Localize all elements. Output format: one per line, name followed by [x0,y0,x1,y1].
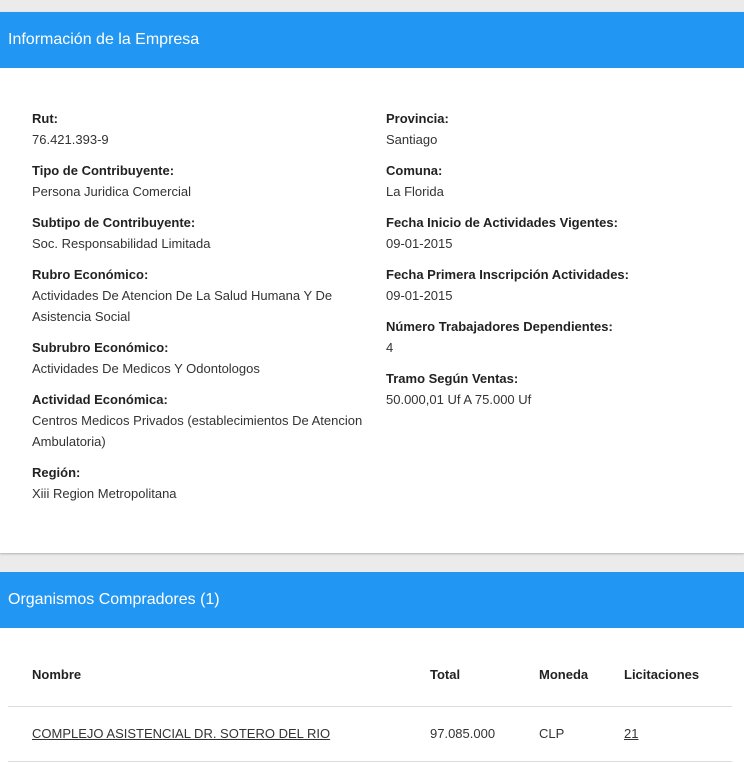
field-label: Fecha Primera Inscripción Actividades: [386,267,629,282]
company-info-right-column: Provincia: Santiago Comuna: La Florida F… [386,108,726,420]
field-actividad-economica: Actividad Económica: Centros Medicos Pri… [32,389,372,452]
buyers-table: Nombre Total Moneda Licitaciones COMPLEJ… [8,654,732,762]
field-fecha-inicio: Fecha Inicio de Actividades Vigentes: 09… [386,212,726,254]
field-label: Subrubro Económico: [32,340,169,355]
field-label: Tipo de Contribuyente: [32,163,175,178]
buyers-header: Organismos Compradores (1) [0,572,744,628]
buyers-title: Organismos Compradores (1) [8,591,220,608]
field-subrubro-economico: Subrubro Económico: Actividades De Medic… [32,337,372,379]
field-value: 50.000,01 Uf A 75.000 Uf [386,392,532,407]
field-value: La Florida [386,184,444,199]
column-header-bids: Licitaciones [624,667,700,682]
field-provincia: Provincia: Santiago [386,108,726,150]
field-value: 09-01-2015 [386,288,453,303]
field-label: Tramo Según Ventas: [386,371,519,386]
column-header-name: Nombre [32,667,82,682]
field-tramo-ventas: Tramo Según Ventas: 50.000,01 Uf A 75.00… [386,368,726,410]
field-label: Número Trabajadores Dependientes: [386,319,613,334]
buyer-name-link[interactable]: COMPLEJO ASISTENCIAL DR. SOTERO DEL RIO [32,726,330,741]
buyer-currency: CLP [539,726,565,741]
field-value: Actividades De Atencion De La Salud Huma… [32,288,333,324]
field-label: Rut: [32,111,58,126]
field-fecha-primera-inscripcion: Fecha Primera Inscripción Actividades: 0… [386,264,726,306]
buyer-bids-link[interactable]: 21 [624,726,638,741]
field-value: 09-01-2015 [386,236,453,251]
field-subtipo-contribuyente: Subtipo de Contribuyente: Soc. Responsab… [32,212,372,254]
column-header-currency: Moneda [539,667,589,682]
field-value: Xiii Region Metropolitana [32,486,177,501]
company-info-left-column: Rut: 76.421.393-9 Tipo de Contribuyente:… [32,108,372,514]
field-tipo-contribuyente: Tipo de Contribuyente: Persona Juridica … [32,160,372,202]
field-region: Región: Xiii Region Metropolitana [32,462,372,504]
field-rut: Rut: 76.421.393-9 [32,108,372,150]
field-label: Subtipo de Contribuyente: [32,215,196,230]
table-row: COMPLEJO ASISTENCIAL DR. SOTERO DEL RIO … [8,707,732,762]
field-value: 76.421.393-9 [32,132,109,147]
company-info-title: Información de la Empresa [8,31,200,48]
field-label: Rubro Económico: [32,267,149,282]
field-label: Comuna: [386,163,443,178]
field-rubro-economico: Rubro Económico: Actividades De Atencion… [32,264,372,327]
field-value: Persona Juridica Comercial [32,184,191,199]
field-value: Centros Medicos Privados (establecimient… [32,413,363,449]
field-label: Fecha Inicio de Actividades Vigentes: [386,215,618,230]
company-info-header: Información de la Empresa [0,12,744,68]
field-value: Santiago [386,132,438,147]
field-label: Provincia: [386,111,449,126]
field-numero-trabajadores: Número Trabajadores Dependientes: 4 [386,316,726,358]
buyers-card: Organismos Compradores (1) Nombre Total … [0,572,744,763]
table-header-row: Nombre Total Moneda Licitaciones [8,654,732,707]
field-label: Región: [32,465,81,480]
field-value: Soc. Responsabilidad Limitada [32,236,211,251]
field-value: Actividades De Medicos Y Odontologos [32,361,260,376]
field-value: 4 [386,340,394,355]
field-label: Actividad Económica: [32,392,168,407]
column-header-total: Total [430,667,461,682]
buyer-total: 97.085.000 [430,726,496,741]
company-info-card: Información de la Empresa Rut: 76.421.39… [0,12,744,553]
field-comuna: Comuna: La Florida [386,160,726,202]
